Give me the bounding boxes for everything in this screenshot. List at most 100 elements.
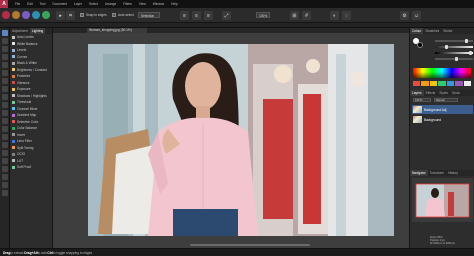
tab-styles[interactable]: Styles	[437, 90, 450, 96]
opacity-dropdown[interactable]: 100 %	[413, 98, 431, 102]
tab-swatches[interactable]: Swatches	[423, 28, 441, 34]
menu-item-layer[interactable]: Layer	[74, 2, 82, 6]
slider-thumb[interactable]	[465, 39, 468, 43]
move-tool-button[interactable]: ▸	[56, 11, 65, 20]
saturation-slider[interactable]	[435, 45, 473, 49]
text-tool-icon[interactable]	[1, 174, 8, 180]
develop-persona-icon[interactable]	[22, 11, 30, 19]
color-picker-icon[interactable]	[1, 86, 8, 92]
tab-colour[interactable]: Colour	[410, 28, 424, 34]
slider-thumb[interactable]	[455, 57, 458, 61]
menu-item-window[interactable]: Window	[153, 2, 164, 6]
snap-to-edges-checkbox[interactable]: Snap to edges	[80, 13, 107, 17]
marquee-tool-icon[interactable]	[1, 70, 8, 76]
move-tool-icon[interactable]	[1, 30, 8, 36]
tab-layers[interactable]: Layers	[410, 90, 424, 96]
adjustment-label: Threshold	[17, 100, 32, 105]
fill-tool-icon[interactable]	[1, 102, 8, 108]
menu-item-document[interactable]: Document	[53, 2, 68, 6]
status-text: to toggle snapping to edges	[52, 250, 93, 255]
menu-item-help[interactable]: Help	[171, 2, 178, 6]
erase-brush-icon[interactable]	[1, 110, 8, 116]
paint-brush-icon[interactable]	[1, 94, 8, 100]
menu-item-select[interactable]: Select	[89, 2, 98, 6]
hand-tool-icon[interactable]	[1, 190, 8, 196]
menu-item-edit[interactable]: Edit	[27, 2, 33, 6]
adjustment-icon	[12, 133, 15, 137]
blend-mode-dropdown[interactable]: Normal	[434, 98, 458, 102]
photo-persona-icon[interactable]	[2, 11, 10, 19]
crop-tool-icon[interactable]	[1, 46, 8, 52]
blur-brush-icon[interactable]	[1, 134, 8, 140]
layer-row[interactable]: Background Adj	[412, 105, 473, 114]
swatch[interactable]	[463, 81, 471, 86]
tab-navigator[interactable]: Navigator	[410, 170, 428, 176]
hue-slider[interactable]	[435, 39, 473, 43]
adjustment-icon	[12, 139, 15, 143]
tab-history[interactable]: History	[446, 170, 460, 176]
red-eye-icon[interactable]	[1, 150, 8, 156]
selection-refine-button[interactable]: ◌	[342, 11, 351, 20]
lightness-slider[interactable]	[435, 51, 473, 55]
menu-item-file[interactable]: File	[15, 2, 20, 6]
tab-stock[interactable]: Stock	[450, 90, 462, 96]
opacity-slider[interactable]	[435, 57, 473, 61]
layer-name: Background Adj	[424, 107, 447, 112]
zoom-dropdown[interactable]: 100%	[256, 12, 270, 18]
slider-thumb[interactable]	[469, 51, 472, 55]
grid-button[interactable]: #	[302, 11, 311, 20]
freehand-select-icon[interactable]	[1, 78, 8, 84]
shape-tool-icon[interactable]	[1, 166, 8, 172]
secondary-color-swatch[interactable]	[417, 42, 423, 48]
selection-mode-dropdown[interactable]: Selection	[138, 12, 160, 18]
adjustment-label: Lens Filter	[17, 139, 32, 144]
crop-tool-button[interactable]: ⌗	[66, 11, 75, 20]
toolbar: ▸ ⌗ Snap to edges Auto select Selection …	[0, 8, 474, 23]
liquify-persona-icon[interactable]	[12, 11, 20, 19]
adjustment-label: Color Balance	[17, 126, 38, 131]
export-persona-icon[interactable]	[42, 11, 50, 19]
menu-item-arrange[interactable]: Arrange	[105, 2, 116, 6]
auto-select-checkbox[interactable]: Auto select	[112, 13, 134, 17]
tab-lighting[interactable]: Lighting	[29, 28, 46, 34]
align-right-button[interactable]: ≡	[204, 11, 213, 20]
user-account-button[interactable]: ☺	[412, 11, 421, 20]
swatch[interactable]	[429, 81, 438, 86]
adjustment-label: Gradient Map	[17, 113, 37, 118]
dodge-brush-icon[interactable]	[1, 118, 8, 124]
transform-button[interactable]: ⤢	[222, 11, 231, 20]
tab-adjustment[interactable]: Adjustment	[10, 28, 30, 34]
slider-thumb[interactable]	[445, 45, 448, 49]
swatch[interactable]	[421, 81, 429, 86]
menu-item-text[interactable]: Text	[40, 2, 46, 6]
menu-item-filters[interactable]: Filters	[123, 2, 132, 6]
inpainting-brush-icon[interactable]	[1, 142, 8, 148]
tab-transform[interactable]: Transform	[428, 170, 446, 176]
horizontal-scrollbar[interactable]	[190, 244, 310, 246]
swatch[interactable]	[438, 81, 446, 86]
align-center-button[interactable]: ≡	[192, 11, 201, 20]
tone-map-persona-icon[interactable]	[32, 11, 40, 19]
snapping-button[interactable]: ⊞	[290, 11, 299, 20]
tab-effects[interactable]: Effects	[424, 90, 438, 96]
swatch[interactable]	[446, 81, 455, 86]
clone-brush-icon[interactable]	[1, 126, 8, 132]
assistant-button[interactable]: ⚙	[400, 11, 409, 20]
color-spectrum[interactable]	[413, 68, 471, 78]
layer-row[interactable]: Background	[412, 115, 473, 124]
tab-stroke[interactable]: Stroke	[441, 28, 454, 34]
swatch[interactable]	[413, 81, 421, 86]
menu-item-view[interactable]: View	[139, 2, 146, 6]
adjustment-item[interactable]: Soft Proof	[10, 164, 52, 171]
view-tool-icon[interactable]	[1, 38, 8, 44]
zoom-tool-icon[interactable]	[1, 182, 8, 188]
flood-select-icon[interactable]	[1, 62, 8, 68]
swatch[interactable]	[455, 81, 463, 86]
pen-tool-icon[interactable]	[1, 158, 8, 164]
navigator-preview[interactable]	[412, 178, 473, 222]
align-left-button[interactable]: ≡	[180, 11, 189, 20]
layer-name: Background	[424, 117, 442, 122]
document-photo[interactable]	[88, 44, 394, 236]
quick-mask-button[interactable]: ◐	[330, 11, 339, 20]
selection-brush-icon[interactable]	[1, 54, 8, 60]
